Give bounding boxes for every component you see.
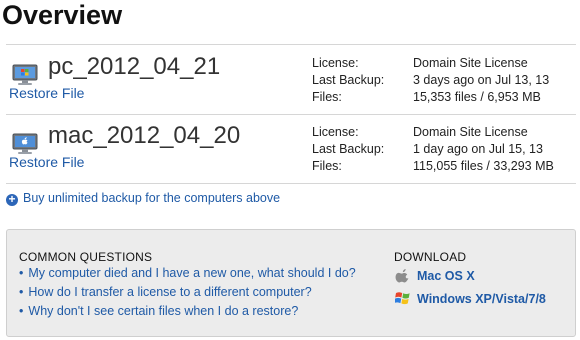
last-backup-value: 3 days ago on Jul 13, 13 (413, 73, 550, 87)
overview-page: Overview pc_2012_04_21 Restore File Lice… (0, 0, 580, 340)
computer-name: mac_2012_04_20 (48, 122, 241, 149)
divider (6, 44, 576, 45)
license-label: License: (312, 125, 359, 139)
common-questions-heading: COMMON QUESTIONS (19, 250, 153, 264)
divider (6, 114, 576, 115)
last-backup-value: 1 day ago on Jul 15, 13 (413, 142, 543, 156)
download-mac-link[interactable]: Mac OS X (395, 267, 475, 283)
buy-unlimited-backup-link[interactable]: + Buy unlimited backup for the computers … (6, 191, 280, 209)
divider (6, 183, 576, 184)
buy-unlimited-backup-label: Buy unlimited backup for the computers a… (23, 191, 281, 205)
apple-icon (395, 267, 411, 283)
license-label: License: (312, 56, 359, 70)
computer-row-mac: mac_2012_04_20 Restore File License: Dom… (6, 116, 576, 182)
last-backup-label: Last Backup: (312, 142, 385, 156)
download-windows-link[interactable]: Windows XP/Vista/7/8 (394, 290, 546, 306)
restore-file-link[interactable]: Restore File (9, 85, 84, 101)
question-link[interactable]: • Why don't I see certain files when I do… (19, 304, 298, 318)
question-link[interactable]: • My computer died and I have a new one, … (19, 266, 356, 280)
files-value: 115,055 files / 33,293 MB (413, 159, 554, 173)
windows-monitor-icon (12, 64, 38, 86)
restore-file-link[interactable]: Restore File (9, 154, 84, 170)
mac-monitor-icon (12, 133, 38, 155)
page-title: Overview (2, 0, 123, 30)
windows-flag-icon (394, 290, 411, 306)
computer-row-pc: pc_2012_04_21 Restore File License: Doma… (6, 47, 576, 113)
computer-name: pc_2012_04_21 (48, 53, 221, 80)
question-link[interactable]: • How do I transfer a license to a differ… (19, 285, 312, 299)
last-backup-label: Last Backup: (312, 73, 385, 87)
files-value: 15,353 files / 6,953 MB (413, 90, 541, 104)
help-panel: COMMON QUESTIONS • My computer died and I… (6, 229, 576, 337)
license-value: Domain Site License (413, 56, 528, 70)
plus-circle-icon: + (6, 193, 18, 206)
files-label: Files: (312, 90, 342, 104)
download-mac-label: Mac OS X (417, 269, 475, 283)
license-value: Domain Site License (413, 125, 528, 139)
download-heading: DOWNLOAD (394, 250, 467, 264)
download-windows-label: Windows XP/Vista/7/8 (417, 292, 546, 306)
files-label: Files: (312, 159, 342, 173)
